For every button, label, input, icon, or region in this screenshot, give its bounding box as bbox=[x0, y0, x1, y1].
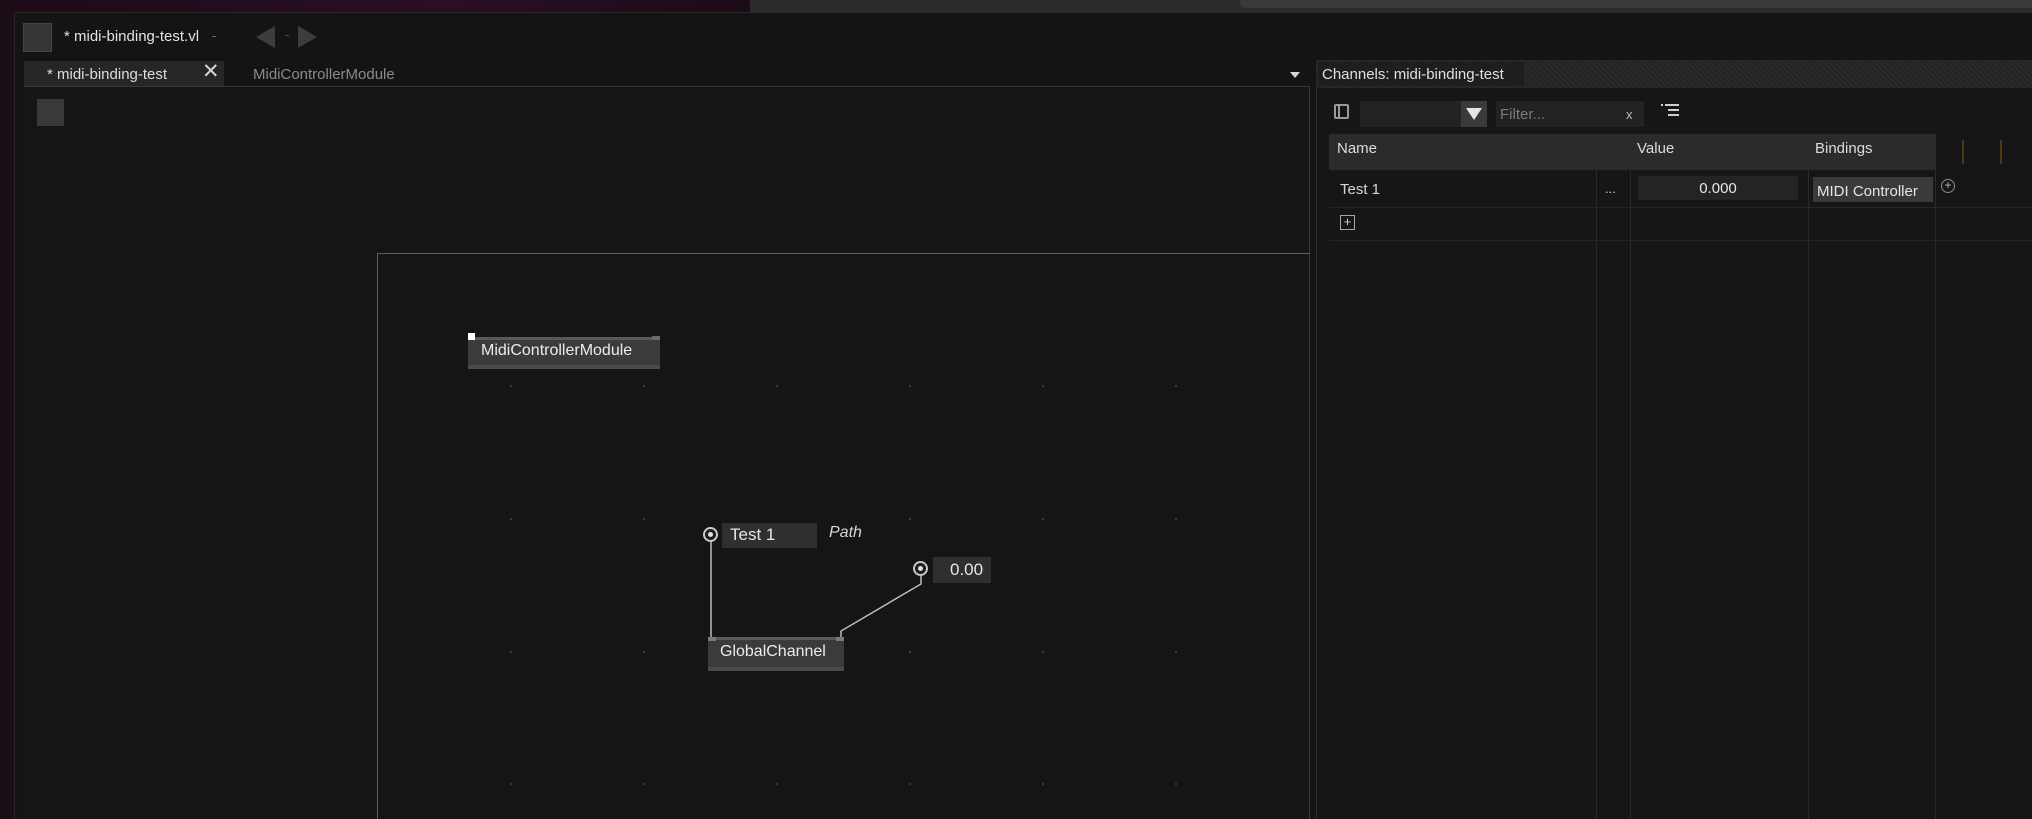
list-icon[interactable] bbox=[1661, 103, 1679, 119]
path-label: Path bbox=[829, 524, 862, 541]
document-title[interactable]: * midi-binding-test.vl bbox=[64, 28, 199, 45]
filter-clear-button[interactable]: x bbox=[1626, 107, 1633, 122]
nav-separator: - bbox=[285, 27, 290, 42]
path-iobox-value[interactable]: Test 1 bbox=[730, 525, 775, 545]
column-divider[interactable] bbox=[1935, 134, 1936, 819]
close-icon[interactable]: ✕ bbox=[202, 61, 220, 82]
panel-title: Channels: midi-binding-test bbox=[1322, 66, 1504, 83]
node-input-pin-path[interactable] bbox=[708, 637, 716, 641]
node-selection-handle[interactable] bbox=[468, 333, 475, 340]
sidebar-icon[interactable] bbox=[1334, 104, 1349, 119]
grid-dot bbox=[643, 783, 645, 785]
channel-name[interactable]: Test 1 bbox=[1340, 181, 1380, 198]
node-output-pin[interactable] bbox=[652, 336, 660, 340]
timeline-marker bbox=[1962, 140, 1964, 164]
list-icon-bar bbox=[1668, 114, 1679, 116]
back-arrow-icon[interactable] bbox=[256, 26, 275, 48]
channel-edit-button[interactable]: ... bbox=[1605, 181, 1616, 196]
grid-dot bbox=[909, 651, 911, 653]
app-icon[interactable] bbox=[23, 23, 52, 52]
forward-arrow-icon[interactable] bbox=[298, 26, 317, 48]
grid-dot bbox=[643, 518, 645, 520]
list-icon-bar bbox=[1665, 104, 1679, 106]
timeline-marker bbox=[2000, 140, 2002, 164]
grid-dot bbox=[1042, 518, 1044, 520]
channel-binding-label[interactable]: MIDI Controller bbox=[1817, 183, 1918, 200]
value-iobox-value[interactable]: 0.00 bbox=[950, 560, 983, 580]
grid-dot bbox=[510, 783, 512, 785]
grid-dot bbox=[510, 518, 512, 520]
chevron-down-icon[interactable] bbox=[1290, 72, 1300, 78]
grid-dot bbox=[1042, 651, 1044, 653]
grid-dot bbox=[1175, 385, 1177, 387]
grid-dot bbox=[643, 651, 645, 653]
node-label: GlobalChannel bbox=[720, 643, 826, 660]
grid-dot bbox=[1042, 385, 1044, 387]
channels-panel bbox=[1316, 60, 2032, 819]
row-divider bbox=[1329, 240, 2032, 241]
tab-midicontrollermodule[interactable]: MidiControllerModule bbox=[253, 66, 395, 83]
grid-dot bbox=[776, 385, 778, 387]
grid-dot bbox=[1175, 783, 1177, 785]
grid-dot bbox=[510, 651, 512, 653]
grid-dot bbox=[1042, 783, 1044, 785]
column-divider[interactable] bbox=[1630, 134, 1631, 819]
grid-dot bbox=[643, 385, 645, 387]
grid-dot bbox=[909, 385, 911, 387]
grid-dot bbox=[1175, 651, 1177, 653]
column-header-bindings[interactable]: Bindings bbox=[1815, 140, 1873, 157]
node-input-pin-value[interactable] bbox=[836, 637, 844, 641]
column-header-value[interactable]: Value bbox=[1637, 140, 1674, 157]
filter-input[interactable] bbox=[1500, 104, 1620, 124]
desktop-background bbox=[0, 0, 750, 12]
column-divider[interactable] bbox=[1808, 134, 1809, 819]
grid-dot bbox=[909, 518, 911, 520]
grid-dot bbox=[776, 783, 778, 785]
chevron-down-icon[interactable] bbox=[1466, 108, 1482, 120]
document-dropdown-indicator[interactable]: - bbox=[212, 28, 216, 43]
column-header-name[interactable]: Name bbox=[1337, 140, 1377, 157]
iobox-pin[interactable] bbox=[913, 561, 928, 576]
row-divider bbox=[1329, 207, 2032, 208]
node-label: MidiControllerModule bbox=[481, 342, 633, 359]
tab-label[interactable]: * midi-binding-test bbox=[47, 66, 167, 83]
grid-dot bbox=[909, 783, 911, 785]
iobox-pin[interactable] bbox=[703, 527, 718, 542]
list-icon-marker bbox=[1661, 104, 1663, 106]
grid-dot bbox=[510, 385, 512, 387]
list-icon-bar bbox=[1668, 109, 1679, 111]
canvas-menu-button[interactable] bbox=[37, 99, 64, 126]
grid-dot bbox=[1175, 518, 1177, 520]
channel-value[interactable]: 0.000 bbox=[1638, 180, 1798, 197]
column-divider[interactable] bbox=[1596, 134, 1597, 819]
plus-icon[interactable]: + bbox=[1941, 179, 1955, 193]
add-channel-button[interactable]: + bbox=[1340, 215, 1355, 230]
background-window-edge bbox=[1240, 0, 2032, 8]
